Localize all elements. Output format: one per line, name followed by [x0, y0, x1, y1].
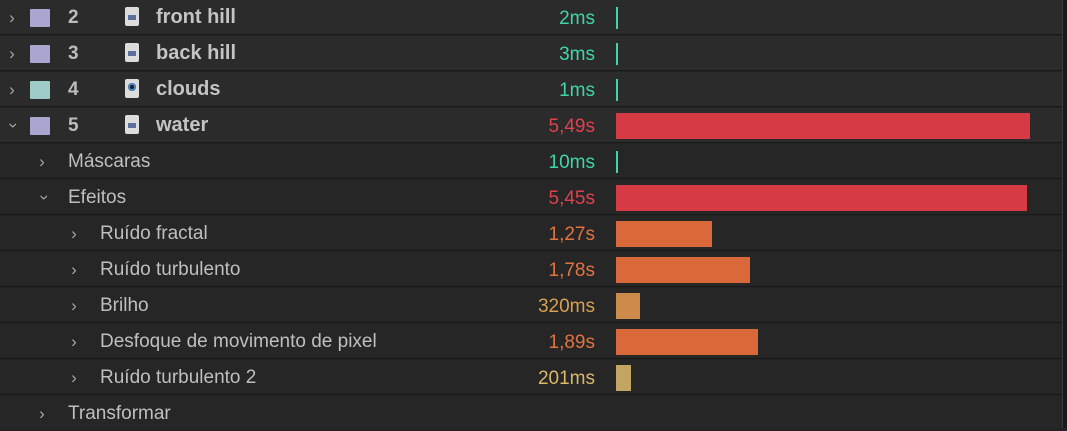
label-color-swatch[interactable]	[30, 117, 50, 135]
group-row-masks[interactable]: › Máscaras 10ms	[0, 144, 1062, 179]
render-time-panel: › 2 front hill 2ms › 3 back hill 3ms › 4…	[0, 0, 1062, 428]
render-time: 10ms	[548, 152, 595, 173]
layer-index: 3	[68, 43, 79, 64]
image-file-icon	[125, 7, 139, 26]
layer-row-water[interactable]: › 5 water 5,49s	[0, 108, 1062, 143]
panel-scrollbar[interactable]	[1062, 0, 1067, 428]
chevron-right-icon[interactable]: ›	[66, 216, 82, 251]
media-file-icon	[125, 79, 139, 98]
group-label[interactable]: Transformar	[68, 396, 171, 431]
chevron-right-icon[interactable]: ›	[66, 288, 82, 323]
chevron-right-icon[interactable]: ›	[66, 360, 82, 395]
render-time: 1,78s	[548, 260, 595, 281]
layer-index: 5	[68, 115, 79, 136]
effect-row[interactable]: › Brilho 320ms	[0, 288, 1062, 323]
layer-name[interactable]: front hill	[156, 0, 236, 35]
render-time: 1ms	[559, 80, 595, 101]
chevron-down-icon[interactable]: ›	[28, 190, 63, 206]
render-time: 320ms	[537, 296, 595, 317]
render-time: 2ms	[559, 8, 595, 29]
render-time: 5,45s	[548, 188, 595, 209]
effect-row[interactable]: › Ruído fractal 1,27s	[0, 216, 1062, 251]
render-time-bar	[616, 257, 750, 283]
image-file-icon	[125, 115, 139, 134]
group-label[interactable]: Máscaras	[68, 144, 150, 179]
chevron-right-icon[interactable]: ›	[34, 396, 50, 431]
image-file-icon	[125, 43, 139, 62]
effect-row[interactable]: › Ruído turbulento 2 201ms	[0, 360, 1062, 395]
layer-name[interactable]: back hill	[156, 36, 236, 71]
group-row-effects[interactable]: › Efeitos 5,45s	[0, 180, 1062, 215]
render-time-bar	[616, 185, 1027, 211]
render-time-bar	[616, 365, 631, 391]
label-color-swatch[interactable]	[30, 45, 50, 63]
effect-name[interactable]: Desfoque de movimento de pixel	[100, 324, 377, 359]
layer-row-clouds[interactable]: › 4 clouds 1ms	[0, 72, 1062, 107]
effect-name[interactable]: Ruído turbulento 2	[100, 360, 256, 395]
layer-name[interactable]: clouds	[156, 72, 220, 107]
label-color-swatch[interactable]	[30, 9, 50, 27]
layer-row-front-hill[interactable]: › 2 front hill 2ms	[0, 0, 1062, 35]
render-time-tick	[616, 151, 618, 173]
group-label[interactable]: Efeitos	[68, 180, 126, 215]
chevron-right-icon[interactable]: ›	[4, 36, 20, 71]
render-time: 5,49s	[548, 116, 595, 137]
chevron-right-icon[interactable]: ›	[66, 324, 82, 359]
chevron-right-icon[interactable]: ›	[66, 252, 82, 287]
chevron-right-icon[interactable]: ›	[4, 0, 20, 35]
effect-name[interactable]: Ruído turbulento	[100, 252, 241, 287]
effect-row[interactable]: › Ruído turbulento 1,78s	[0, 252, 1062, 287]
layer-name[interactable]: water	[156, 108, 208, 143]
effect-name[interactable]: Brilho	[100, 288, 149, 323]
effect-name[interactable]: Ruído fractal	[100, 216, 208, 251]
render-time-bar	[616, 329, 758, 355]
render-time: 1,89s	[548, 332, 595, 353]
render-time: 1,27s	[548, 224, 595, 245]
label-color-swatch[interactable]	[30, 81, 50, 99]
render-time: 3ms	[559, 44, 595, 65]
layer-row-back-hill[interactable]: › 3 back hill 3ms	[0, 36, 1062, 71]
layer-index: 2	[68, 7, 79, 28]
group-row-transform[interactable]: › Transformar	[0, 396, 1062, 428]
render-time-bar	[616, 221, 712, 247]
effect-row[interactable]: › Desfoque de movimento de pixel 1,89s	[0, 324, 1062, 359]
render-time-bar	[616, 293, 640, 319]
render-time: 201ms	[537, 368, 595, 389]
chevron-right-icon[interactable]: ›	[34, 144, 50, 179]
render-time-tick	[616, 43, 618, 65]
chevron-right-icon[interactable]: ›	[4, 72, 20, 107]
render-time-bar	[616, 113, 1030, 139]
render-time-tick	[616, 7, 618, 29]
render-time-tick	[616, 79, 618, 101]
layer-index: 4	[68, 79, 79, 100]
chevron-down-icon[interactable]: ›	[0, 118, 32, 134]
